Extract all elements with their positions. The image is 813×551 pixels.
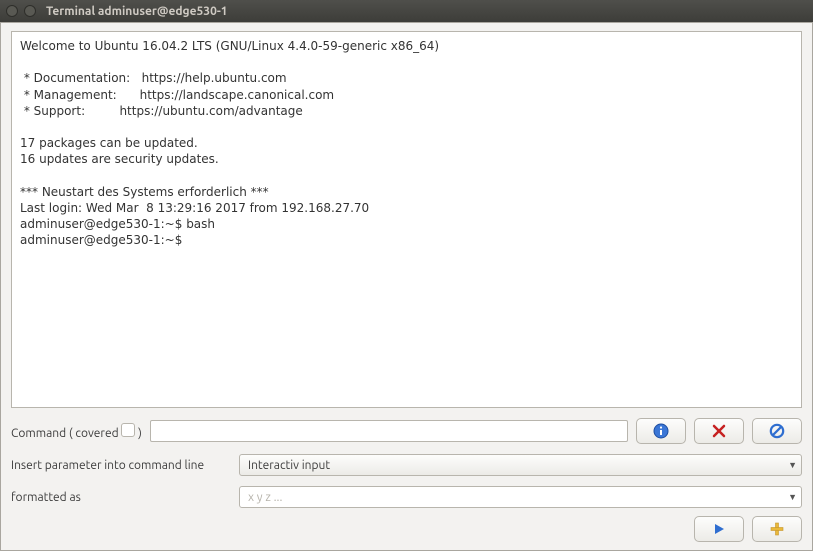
no-entry-icon [769,423,785,439]
command-label: Command ( covered ) [11,423,142,440]
info-button[interactable] [636,418,686,444]
formatted-as-row: formatted as x y z ... ▼ [11,486,802,508]
insert-parameter-label: Insert parameter into command line [11,459,231,472]
formatted-as-placeholder: x y z ... [248,491,282,504]
insert-parameter-select[interactable]: Interactiv input ▼ [239,454,802,476]
cross-icon [712,424,726,438]
plus-icon [769,521,785,537]
chevron-down-icon: ▼ [788,460,797,470]
clear-button[interactable] [752,418,802,444]
formatted-as-label: formatted as [11,491,231,504]
minimize-window-button[interactable] [24,5,36,17]
terminal-output[interactable]: Welcome to Ubuntu 16.04.2 LTS (GNU/Linux… [11,31,802,408]
play-icon [712,522,726,536]
info-icon [653,423,669,439]
chevron-down-icon: ▼ [788,492,797,502]
bottom-actions [11,516,802,542]
window-title: Terminal adminuser@edge530-1 [46,5,228,18]
insert-parameter-selected: Interactiv input [248,459,330,472]
command-row: Command ( covered ) [11,418,802,444]
titlebar: Terminal adminuser@edge530-1 [0,0,813,22]
covered-checkbox[interactable] [121,423,135,437]
window-body: Welcome to Ubuntu 16.04.2 LTS (GNU/Linux… [0,22,813,551]
insert-parameter-row: Insert parameter into command line Inter… [11,454,802,476]
add-button[interactable] [752,516,802,542]
run-button[interactable] [694,516,744,542]
command-input[interactable] [150,420,628,442]
close-window-button[interactable] [6,5,18,17]
cancel-button[interactable] [694,418,744,444]
formatted-as-select[interactable]: x y z ... ▼ [239,486,802,508]
